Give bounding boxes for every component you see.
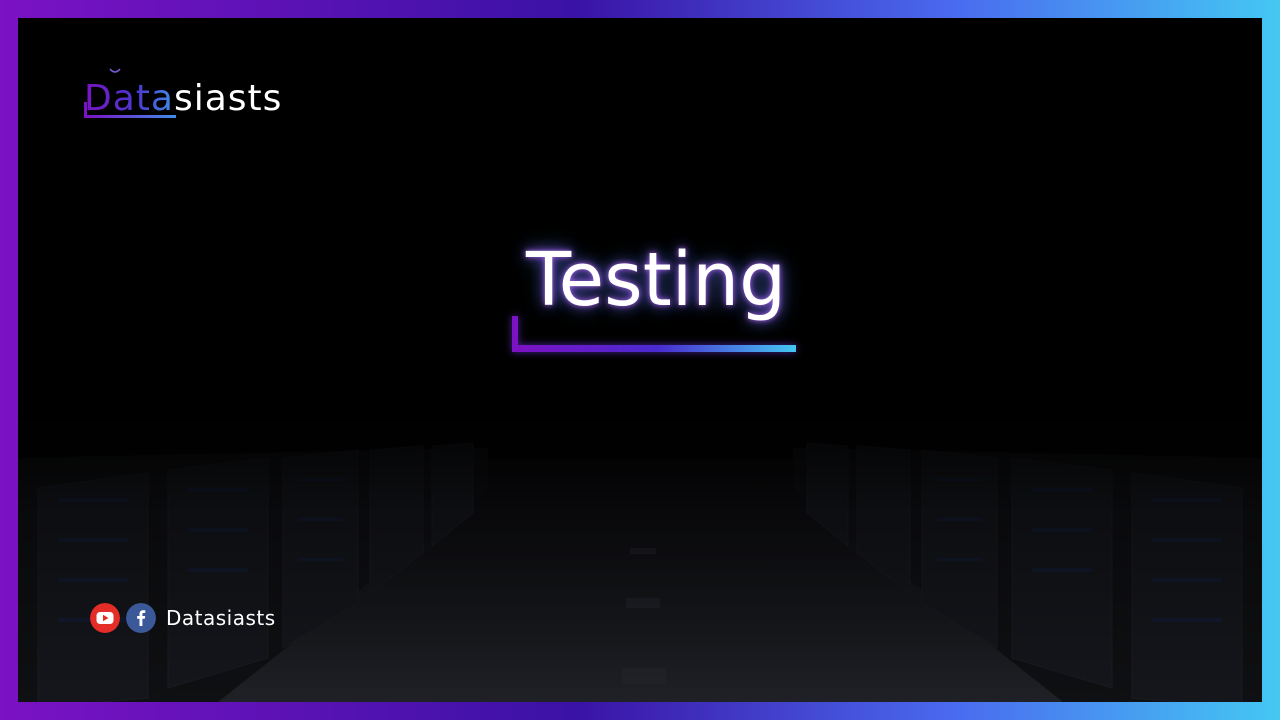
brand-logo: Datasiasts [84, 68, 283, 122]
youtube-icon[interactable] [90, 603, 120, 633]
facebook-icon[interactable] [126, 603, 156, 633]
title-underline [512, 316, 796, 352]
logo-dots-icon [109, 68, 121, 73]
gradient-frame: Datasiasts Testing Datasiasts [0, 0, 1280, 720]
slide-canvas: Datasiasts Testing Datasiasts [18, 18, 1262, 702]
social-channel-name: Datasiasts [166, 606, 276, 630]
logo-rest-text: siasts [173, 78, 283, 119]
logo-bracket [84, 102, 176, 118]
title-block: Testing [512, 234, 798, 352]
social-links: Datasiasts [90, 602, 276, 634]
slide-title: Testing [526, 237, 787, 323]
